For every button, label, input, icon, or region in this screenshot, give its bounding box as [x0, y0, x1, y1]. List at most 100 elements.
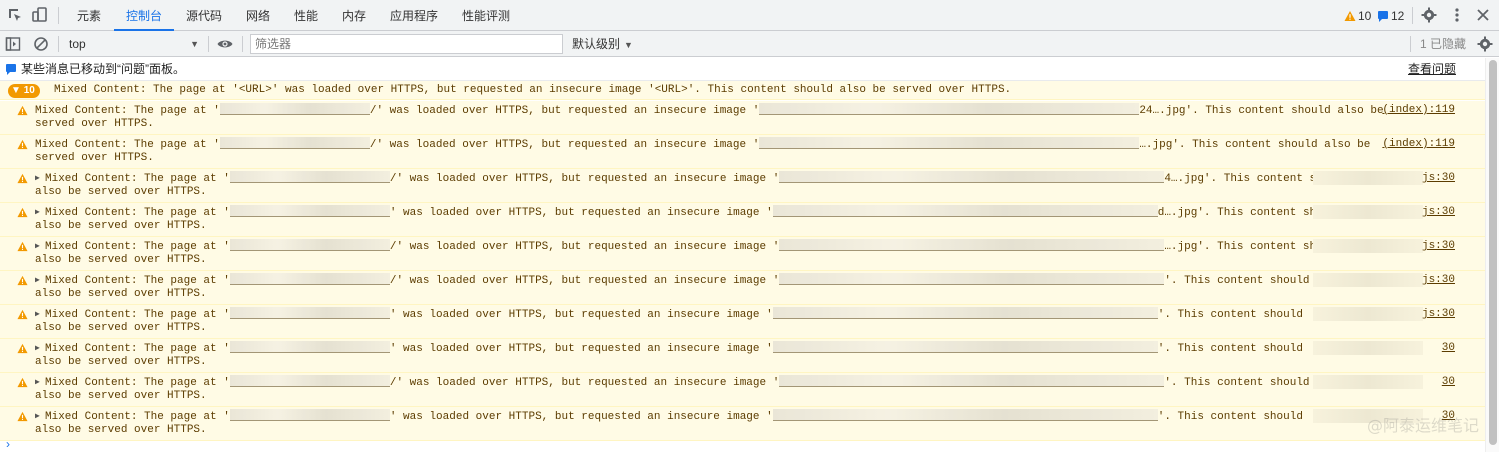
warning-message: Mixed Content: The page at ' /' was loade… [35, 103, 1384, 119]
banner-message: 某些消息已移动到“问题”面板。 [21, 62, 185, 76]
redacted-image-url[interactable] [772, 341, 1158, 353]
warning-row[interactable]: ▶ Mixed Content: The page at ' ' was loade… [0, 305, 1499, 339]
warning-row[interactable]: Mixed Content: The page at ' /' was loade… [0, 101, 1499, 135]
redacted-page-url[interactable] [229, 239, 390, 251]
tab-elements[interactable]: 元素 [68, 0, 110, 30]
warning-source-link[interactable]: js:30 [1422, 205, 1455, 220]
redacted-source-file[interactable] [1313, 341, 1423, 355]
redacted-page-url[interactable] [229, 205, 390, 217]
console-prompt[interactable]: › [0, 437, 1499, 452]
warning-message: Mixed Content: The page at ' /' was loade… [45, 239, 1343, 255]
view-issues-link[interactable]: 查看问题 [1408, 61, 1456, 77]
expand-triangle-icon[interactable]: ▶ [35, 341, 40, 356]
warning-text-middle: ' was loaded over HTTPS, but requested a… [389, 411, 773, 423]
tab-sources[interactable]: 源代码 [178, 0, 230, 30]
warning-message: Mixed Content: The page at ' ' was loaded… [45, 307, 1303, 323]
warning-text-start: Mixed Content: The page at ' [35, 105, 220, 117]
redacted-page-url[interactable] [219, 137, 370, 149]
warning-source-link[interactable]: 30 [1442, 375, 1455, 390]
warning-source-link[interactable]: (index):119 [1382, 137, 1455, 152]
hidden-messages-count: 1 已隐藏 [1420, 37, 1467, 51]
warning-group-row[interactable]: ▼ 10 Mixed Content: The page at '<URL>' … [0, 81, 1499, 100]
warning-source-link[interactable]: js:30 [1422, 239, 1455, 254]
redacted-source-file[interactable] [1313, 205, 1423, 219]
group-count-badge[interactable]: ▼ 10 [8, 84, 40, 98]
filter-input[interactable] [250, 34, 563, 54]
warning-icon [17, 207, 28, 218]
redacted-source-file[interactable] [1313, 273, 1423, 287]
warning-row[interactable]: Mixed Content: The page at ' /' was loade… [0, 135, 1499, 169]
tab-console[interactable]: 控制台 [114, 0, 174, 31]
expand-triangle-icon[interactable]: ▶ [35, 205, 40, 220]
redacted-page-url[interactable] [219, 103, 370, 115]
console-scrollbar[interactable] [1485, 58, 1499, 452]
redacted-image-url[interactable] [772, 409, 1158, 421]
redacted-image-url[interactable] [772, 307, 1158, 319]
settings-icon[interactable] [1476, 35, 1494, 53]
expand-triangle-icon[interactable]: ▶ [35, 273, 40, 288]
warning-source-link[interactable]: 30 [1442, 341, 1455, 356]
kebab-menu-icon[interactable] [1448, 6, 1466, 24]
warning-message-continued: also be served over HTTPS. [35, 288, 207, 300]
warning-message: Mixed Content: The page at ' ' was loaded… [45, 341, 1303, 357]
redacted-image-url[interactable] [772, 205, 1158, 217]
redacted-source-file[interactable] [1313, 171, 1423, 185]
redacted-image-url[interactable] [779, 239, 1165, 251]
redacted-image-url[interactable] [759, 103, 1140, 115]
warning-source-link[interactable]: js:30 [1422, 273, 1455, 288]
expand-triangle-icon[interactable]: ▶ [35, 375, 40, 390]
redacted-page-url[interactable] [229, 273, 390, 285]
redacted-source-file[interactable] [1313, 375, 1423, 389]
device-toggle-icon[interactable] [31, 6, 49, 24]
warning-message: Mixed Content: The page at ' /' was loade… [45, 273, 1310, 289]
redacted-image-url[interactable] [779, 375, 1165, 387]
devtools-tabbar: 元素 控制台 源代码 网络 性能 内存 应用程序 性能评测 10 12 [0, 0, 1499, 31]
expand-triangle-icon[interactable]: ▶ [35, 307, 40, 322]
tab-performance[interactable]: 性能 [284, 0, 328, 30]
redacted-page-url[interactable] [229, 409, 390, 421]
redacted-image-url[interactable] [759, 137, 1140, 149]
redacted-image-url[interactable] [779, 273, 1165, 285]
warning-row[interactable]: ▶ Mixed Content: The page at ' /' was load… [0, 169, 1499, 203]
clear-console-icon[interactable] [32, 35, 50, 53]
issues-counter[interactable]: 12 [1377, 8, 1404, 24]
warning-text-end: 24….jpg'. This content should also be [1139, 105, 1384, 117]
scrollbar-thumb[interactable] [1489, 60, 1497, 445]
warning-row[interactable]: ▶ Mixed Content: The page at ' ' was loade… [0, 407, 1499, 441]
context-selector[interactable]: top ▼ [63, 34, 203, 54]
warning-source-link[interactable]: js:30 [1422, 307, 1455, 322]
tab-network[interactable]: 网络 [236, 0, 280, 30]
eye-icon[interactable] [216, 35, 234, 53]
tab-application[interactable]: 应用程序 [380, 0, 448, 30]
warnings-counter[interactable]: 10 [1344, 8, 1371, 24]
close-icon[interactable] [1474, 6, 1492, 24]
group-count: 10 [23, 85, 35, 96]
redacted-page-url[interactable] [229, 375, 390, 387]
expand-triangle-icon[interactable]: ▶ [35, 239, 40, 254]
warning-source-link[interactable]: js:30 [1422, 171, 1455, 186]
warning-row[interactable]: ▶ Mixed Content: The page at ' /' was load… [0, 237, 1499, 271]
warning-row[interactable]: ▶ Mixed Content: The page at ' ' was loade… [0, 339, 1499, 373]
tab-lighthouse[interactable]: 性能评测 [452, 0, 520, 30]
redacted-source-file[interactable] [1313, 409, 1423, 423]
warning-row[interactable]: ▶ Mixed Content: The page at ' ' was loade… [0, 203, 1499, 237]
redacted-image-url[interactable] [779, 171, 1165, 183]
warning-row[interactable]: ▶ Mixed Content: The page at ' /' was load… [0, 271, 1499, 305]
warning-source-link[interactable]: 30 [1442, 409, 1455, 424]
group-message: Mixed Content: The page at '<URL>' was l… [54, 84, 1012, 96]
redacted-page-url[interactable] [229, 171, 390, 183]
redacted-source-file[interactable] [1313, 239, 1423, 253]
inspect-icon[interactable] [6, 6, 24, 24]
redacted-page-url[interactable] [229, 341, 390, 353]
warning-source-link[interactable]: (index):119 [1382, 103, 1455, 118]
expand-triangle-icon[interactable]: ▶ [35, 171, 40, 186]
prompt-chevron-icon: › [6, 437, 10, 451]
tab-memory[interactable]: 内存 [332, 0, 376, 30]
log-levels-dropdown[interactable]: 默认级别 ▼ [572, 34, 633, 54]
redacted-source-file[interactable] [1313, 307, 1423, 321]
expand-triangle-icon[interactable]: ▶ [35, 409, 40, 424]
gear-icon[interactable] [1420, 6, 1438, 24]
sidebar-toggle-icon[interactable] [4, 35, 22, 53]
warning-row[interactable]: ▶ Mixed Content: The page at ' /' was load… [0, 373, 1499, 407]
redacted-page-url[interactable] [229, 307, 390, 319]
